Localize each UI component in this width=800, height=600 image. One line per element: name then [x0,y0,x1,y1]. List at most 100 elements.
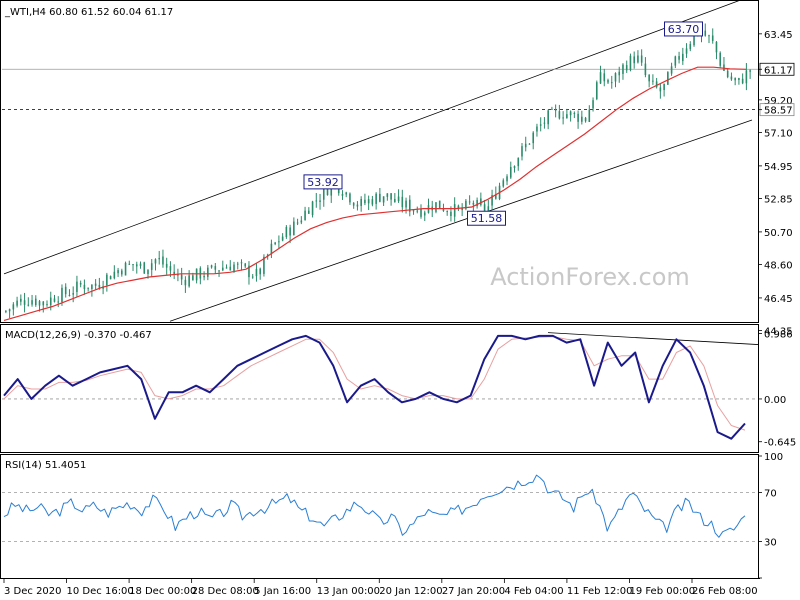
candle-body [543,122,546,124]
candle-body [218,270,220,272]
candle-body [64,286,67,295]
macd-panel-header: MACD(12,26,9) -0.370 -0.467 [5,330,152,341]
candle-body [300,220,303,223]
candle-body [278,241,280,243]
rsi-y-axis: 100 70 30 [758,452,783,579]
candle-body [184,279,187,286]
annotation-51-58: 51.58 [467,210,506,226]
candle-body [180,274,183,280]
candle-body [659,87,662,92]
candle-body [622,64,624,74]
chart-root: ActionForex.com 63.70 53.92 51.58 _WTI,H4 … [0,0,796,597]
candle-body [31,300,33,305]
candle-body [304,210,306,221]
candle-body [364,199,366,204]
y-tick-label: 0.00 [764,395,786,406]
y-tick-label: 50.70 [764,228,793,239]
candle-body [251,276,254,278]
candle-body [382,196,385,203]
candle-body [188,275,190,287]
candle-body [83,284,86,290]
candle-body [539,124,542,126]
y-tick-label: 30 [764,537,777,548]
candle-body [367,199,370,204]
candle-body [162,256,164,265]
candle-body [734,78,736,81]
candle-body [150,263,153,270]
candle-body [121,270,123,275]
candle-body [124,262,127,276]
candle-body [285,227,288,238]
candle-body [577,113,579,122]
x-tick-label: 28 Dec 08:00 [192,586,259,597]
candle-body [401,196,404,208]
candle-body [91,284,93,289]
candle-body [528,143,531,145]
candle-body [42,301,45,306]
candle-body [708,35,710,37]
macd-y-axis: 0.986 0.00 -0.645 [758,330,796,449]
candle-body [244,263,247,267]
candle-body [106,274,108,286]
candle-body [618,71,621,76]
candle-body [132,264,134,266]
candle-body [551,108,553,110]
candle-body [435,202,437,212]
candle-body [352,202,355,206]
candle-body [573,112,576,114]
candle-body [345,192,348,195]
price-y-axis: 63.4561.1759.2058.5757.1054.9552.8550.70… [758,30,795,338]
candle-body [16,300,18,306]
candle-body [584,117,587,122]
rsi-panel-header: RSI(14) 51.4051 [5,460,86,471]
candle-body [554,109,557,111]
candle-body [513,166,516,169]
candle-body [236,263,239,265]
x-tick-label: 3 Dec 2020 [4,586,62,597]
rsi-line [3,474,746,538]
y-tick-label: 70 [764,489,777,500]
candle-body [480,198,482,205]
candle-body [46,304,48,306]
candle-body [154,259,157,264]
candle-body [670,66,673,74]
candle-body [625,65,628,71]
candle-body [379,193,381,202]
candle-body [158,257,161,260]
candle-body [315,200,318,202]
y-tick-label: 100 [764,452,783,463]
annotation-label: 51.58 [471,212,503,225]
watermark: ActionForex.com [490,263,690,291]
annotation-label: 53.92 [307,176,339,189]
candle-body [349,193,351,203]
candle-body [405,200,407,208]
candle-body [633,56,635,64]
candle-body [536,126,538,132]
candle-body [23,300,26,305]
candle-body [644,63,647,75]
candle-body [450,211,452,217]
candle-body [730,76,733,80]
candle-body [94,283,97,286]
candle-body [610,82,613,84]
y-tick-label: 57.10 [764,128,793,139]
candle-body [308,210,310,214]
candle-body [233,264,235,272]
candle-body [135,264,138,267]
candle-body [61,287,63,302]
channel-line-upper [3,0,742,275]
candle-body [689,44,692,50]
candle-body [72,293,74,295]
y-tick-label: 52.85 [764,195,793,206]
y-tick-label: 58.57 [764,106,793,117]
candle-body [20,298,22,302]
y-tick-label: 61.17 [764,65,793,76]
candle-body [169,266,172,271]
candle-body [113,271,116,279]
candle-body [704,30,707,36]
candle-body [221,267,224,271]
macd-signal-line [3,336,746,431]
candle-body [293,221,295,236]
candle-body [524,143,527,148]
y-tick-label: 63.45 [764,30,793,41]
